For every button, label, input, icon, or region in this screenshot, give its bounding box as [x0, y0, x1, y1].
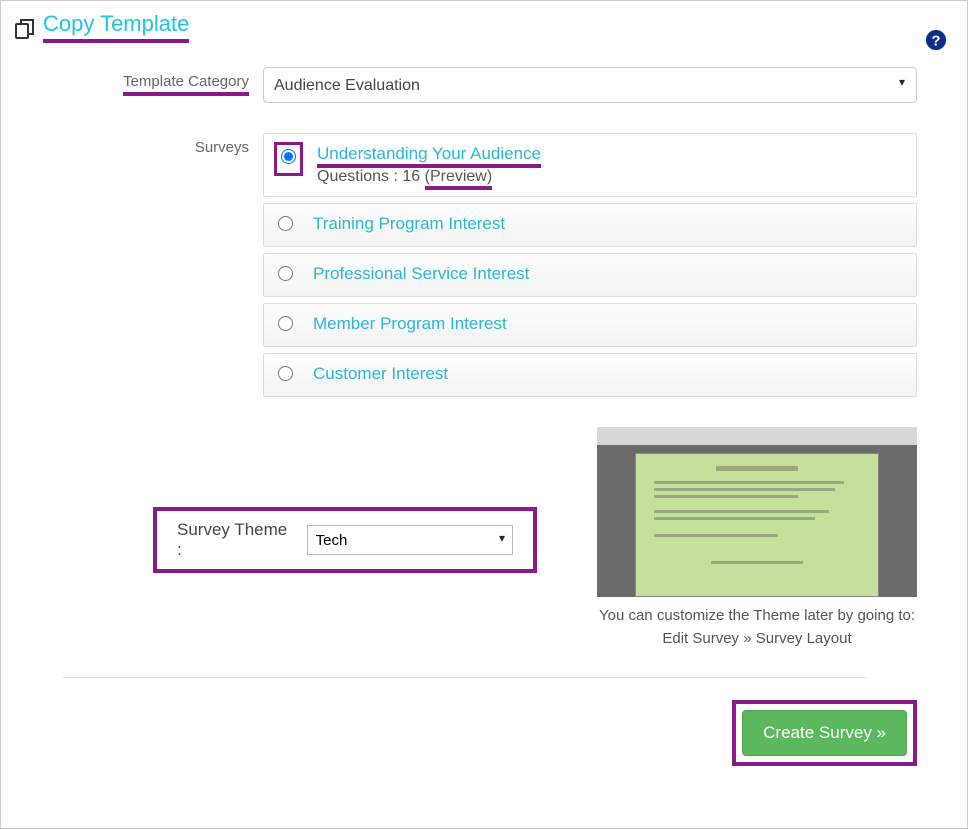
survey-title[interactable]: Training Program Interest	[313, 214, 505, 233]
surveys-row: Surveys Understanding Your Audience Ques…	[13, 133, 917, 397]
svg-text:?: ?	[932, 34, 941, 50]
header: Copy Template ?	[13, 11, 917, 47]
help-icon[interactable]: ?	[925, 29, 947, 57]
theme-section: Survey Theme : Tech	[153, 427, 917, 647]
survey-title[interactable]: Understanding Your Audience	[317, 144, 541, 168]
survey-item-professional-service[interactable]: Professional Service Interest	[263, 253, 917, 297]
survey-radio[interactable]	[278, 366, 293, 386]
theme-selector-box: Survey Theme : Tech	[153, 507, 537, 573]
divider	[63, 677, 867, 678]
template-category-label: Template Category	[13, 67, 263, 96]
preview-link[interactable]: (Preview)	[425, 168, 493, 190]
create-survey-highlight: Create Survey »	[732, 700, 917, 766]
template-category-row: Template Category Audience Evaluation	[13, 67, 917, 103]
theme-hint-line2: Edit Survey » Survey Layout	[597, 630, 917, 647]
survey-title[interactable]: Member Program Interest	[313, 314, 507, 333]
survey-item-customer-interest[interactable]: Customer Interest	[263, 353, 917, 397]
survey-radio[interactable]	[274, 142, 303, 176]
survey-radio[interactable]	[278, 216, 293, 236]
survey-item-training-program[interactable]: Training Program Interest	[263, 203, 917, 247]
survey-questions: Questions : 16 (Preview)	[317, 168, 902, 186]
survey-title[interactable]: Professional Service Interest	[313, 264, 529, 283]
surveys-list: Understanding Your Audience Questions : …	[263, 133, 917, 397]
survey-radio[interactable]	[278, 266, 293, 286]
survey-theme-select[interactable]: Tech	[307, 525, 513, 555]
survey-radio[interactable]	[278, 316, 293, 336]
survey-item-member-program[interactable]: Member Program Interest	[263, 303, 917, 347]
survey-item-understanding-audience[interactable]: Understanding Your Audience Questions : …	[263, 133, 917, 197]
survey-title[interactable]: Customer Interest	[313, 364, 448, 383]
template-category-select[interactable]: Audience Evaluation	[263, 67, 917, 103]
copy-icon	[13, 17, 37, 41]
theme-hint-line1: You can customize the Theme later by goi…	[597, 607, 917, 624]
page-title: Copy Template	[43, 11, 189, 47]
create-survey-button[interactable]: Create Survey »	[742, 710, 907, 756]
theme-preview-image	[597, 427, 917, 597]
button-row: Create Survey »	[13, 700, 917, 766]
surveys-label: Surveys	[13, 133, 263, 156]
survey-theme-label: Survey Theme :	[177, 520, 295, 560]
theme-preview: You can customize the Theme later by goi…	[597, 427, 917, 647]
